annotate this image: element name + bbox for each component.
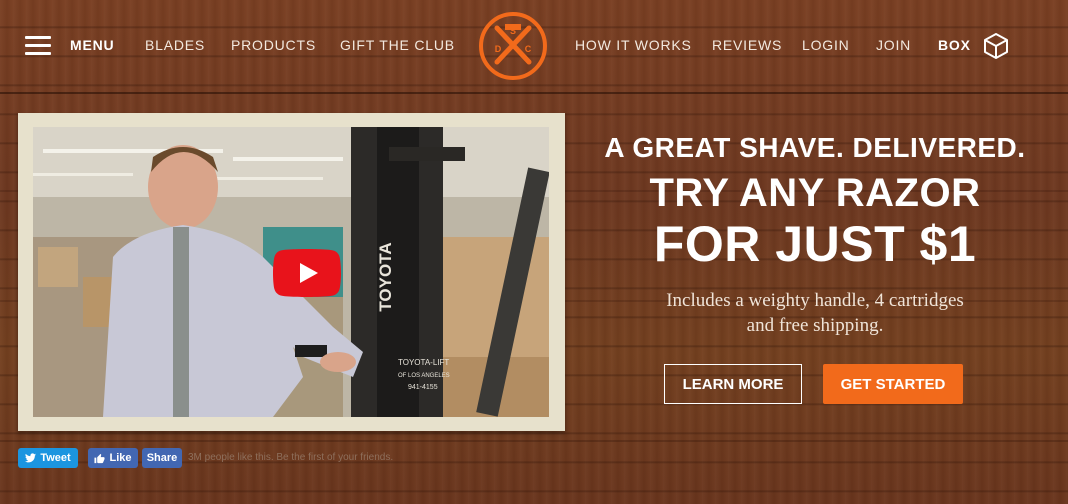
nav-reviews[interactable]: REVIEWS	[712, 37, 782, 53]
nav-join[interactable]: JOIN	[876, 37, 911, 53]
logo-letter-s: S	[510, 26, 516, 36]
logo-letter-d: D	[495, 44, 502, 54]
hero-headline-line1: TRY ANY RAZOR	[649, 171, 981, 215]
hero-section: A GREAT SHAVE. DELIVERED. TRY ANY RAZOR …	[572, 128, 1058, 338]
top-navigation: MENU BLADES PRODUCTS GIFT THE CLUB S D C…	[0, 0, 1068, 90]
facebook-like-button[interactable]: Like	[88, 448, 138, 468]
like-label: Like	[109, 452, 132, 464]
facebook-like-count-text: 3M people like this. Be the first of you…	[188, 452, 394, 463]
nav-products[interactable]: PRODUCTS	[231, 37, 316, 53]
video-player[interactable]: TOYOTA TOYOTA-LIFT OF LOS ANGELES 941-41…	[33, 127, 549, 417]
box-icon[interactable]	[983, 32, 1009, 60]
logo-letter-c: C	[525, 44, 532, 54]
hero-subtext-line1: Includes a weighty handle, 4 cartridges	[666, 290, 964, 311]
video-photo-frame: TOYOTA TOYOTA-LIFT OF LOS ANGELES 941-41…	[18, 113, 565, 431]
hero-headline-line2: FOR JUST $1	[653, 216, 977, 272]
facebook-share-button[interactable]: Share	[142, 448, 182, 468]
get-started-button[interactable]: GET STARTED	[823, 364, 963, 404]
dollar-shave-club-logo[interactable]: S D C	[477, 10, 549, 82]
forklift-sign-line3: 941-4155	[408, 384, 438, 391]
learn-more-button[interactable]: LEARN MORE	[664, 364, 802, 404]
nav-gift-the-club[interactable]: GIFT THE CLUB	[340, 37, 455, 53]
forklift-sign-line1: TOYOTA-LIFT	[398, 358, 449, 367]
nav-box[interactable]: BOX	[938, 37, 971, 53]
nav-blades[interactable]: BLADES	[145, 37, 205, 53]
nav-how-it-works[interactable]: HOW IT WORKS	[575, 37, 692, 53]
forklift-sign-line2: OF LOS ANGELES	[398, 373, 450, 379]
hamburger-menu-icon[interactable]	[25, 36, 51, 56]
tweet-button[interactable]: Tweet	[18, 448, 78, 468]
youtube-play-icon[interactable]	[273, 249, 341, 297]
forklift-brand-text: TOYOTA	[376, 242, 395, 311]
nav-menu[interactable]: MENU	[70, 37, 114, 53]
twitter-bird-icon	[25, 453, 37, 463]
hero-subtext-line2: and free shipping.	[746, 315, 884, 336]
hero-tagline: A GREAT SHAVE. DELIVERED.	[604, 132, 1026, 163]
tweet-label: Tweet	[40, 452, 71, 464]
nav-login[interactable]: LOGIN	[802, 37, 850, 53]
thumbs-up-icon	[94, 453, 106, 463]
